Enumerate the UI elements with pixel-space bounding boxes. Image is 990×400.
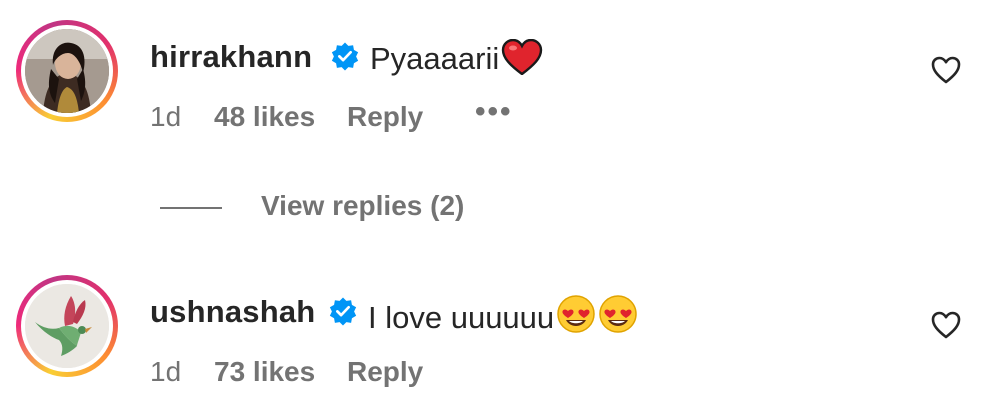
heart-eyes-emoji — [598, 294, 638, 342]
view-replies-label[interactable]: View replies (2) — [261, 190, 464, 222]
heart-eyes-emoji — [556, 294, 596, 342]
reply-button[interactable]: Reply — [347, 356, 423, 388]
verified-badge-icon — [329, 297, 357, 326]
verified-badge-icon — [331, 42, 359, 71]
comment-text: Pyaaaarii — [370, 38, 543, 83]
comment-username[interactable]: ushnashah — [150, 294, 315, 330]
likes-count[interactable]: 48 likes — [214, 101, 315, 133]
comment-text: I love uuuuuu — [368, 294, 638, 342]
avatar — [25, 29, 109, 113]
like-heart-icon[interactable] — [930, 310, 962, 340]
like-heart-icon[interactable] — [930, 55, 962, 85]
reply-button[interactable]: Reply — [347, 101, 423, 133]
avatar-story-ring[interactable] — [16, 275, 118, 377]
comment-timestamp: 1d — [150, 101, 182, 132]
view-replies-line — [160, 207, 222, 209]
more-options-icon[interactable]: ••• — [475, 95, 513, 129]
red-heart-emoji — [501, 38, 543, 83]
comment-timestamp: 1d — [150, 356, 182, 387]
likes-count[interactable]: 73 likes — [214, 356, 315, 388]
comment-username[interactable]: hirrakhann — [150, 39, 312, 75]
avatar-story-ring[interactable] — [16, 20, 118, 122]
avatar — [25, 284, 109, 368]
